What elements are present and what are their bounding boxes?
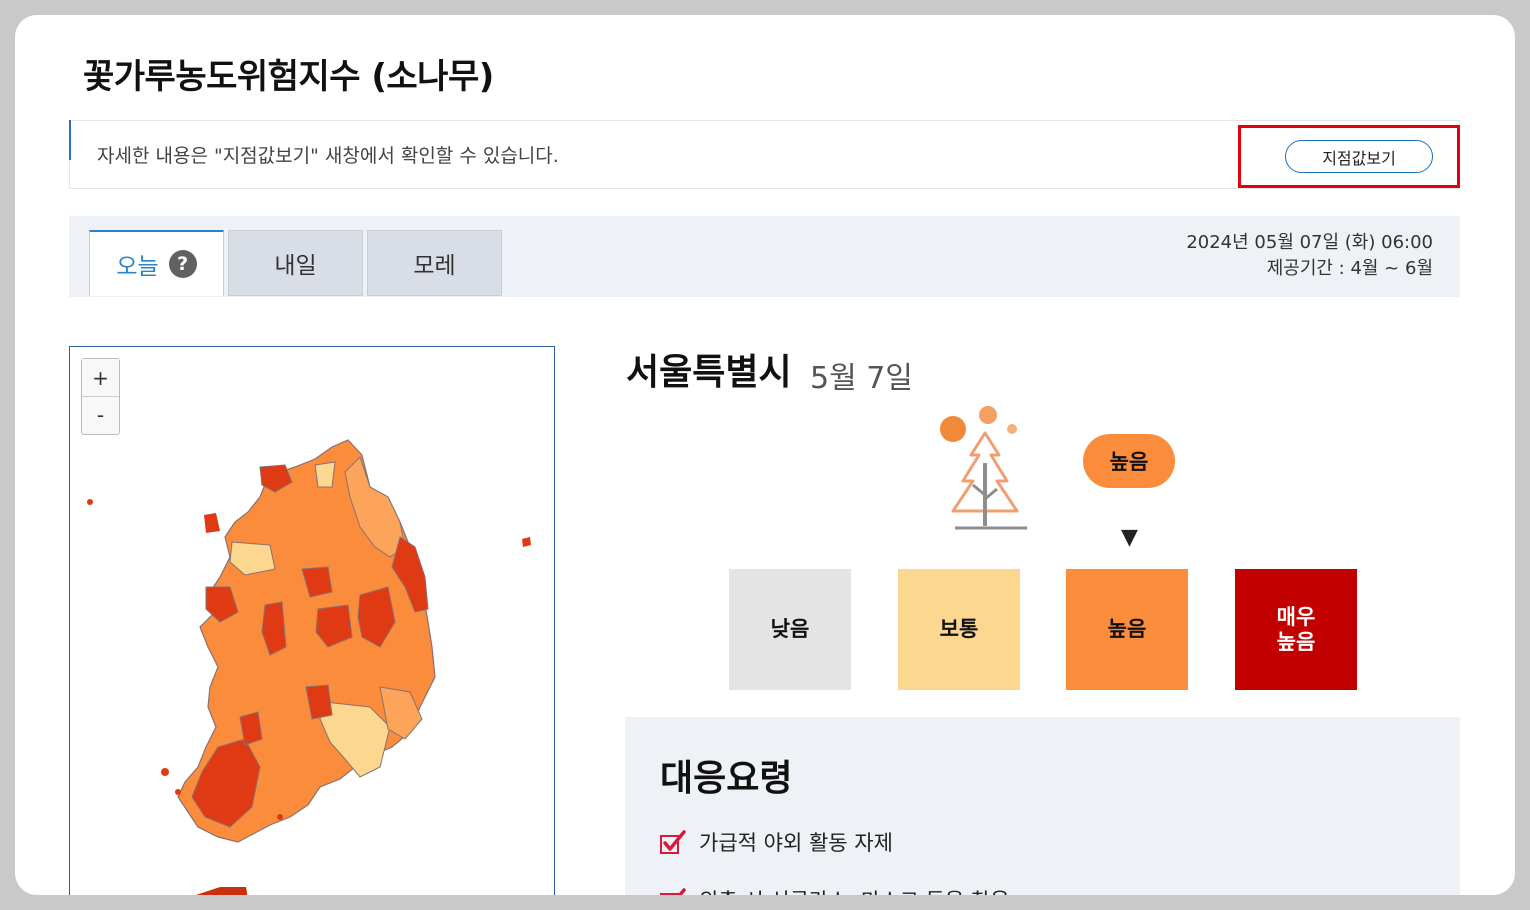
region-name: 서울특별시	[626, 352, 792, 393]
tab-today-label: 오늘	[116, 254, 159, 280]
level-moderate: 보통	[898, 569, 1020, 690]
service-period: 제공기간 : 4월 ~ 6월	[1266, 258, 1433, 279]
checkbox-checked-icon	[660, 888, 686, 895]
page-title: 꽃가루농도위험지수 (소나무)	[83, 57, 494, 97]
response-guide: 대응요령 가급적 야외 활동 자제 외출 시 선글라스, 마스크 등을 착용	[625, 717, 1460, 895]
highlight-box: 지점값보기	[1238, 125, 1460, 188]
level-pointer-icon: ▼	[1121, 525, 1138, 550]
tab-tomorrow-label: 내일	[274, 253, 317, 279]
guide-item-text: 가급적 야외 활동 자제	[699, 831, 893, 855]
level-low: 낮음	[729, 569, 851, 690]
ulleung-island	[522, 537, 531, 547]
level-very-high: 매우 높음	[1235, 569, 1357, 690]
notice-bar: 자세한 내용은 "지점값보기" 새창에서 확인할 수 있습니다. 지점값보기	[69, 120, 1460, 189]
region-date: 5월 7일	[810, 361, 913, 396]
korea-map[interactable]: + -	[69, 346, 555, 895]
day-tab-bar: 오늘 ? 내일 모레 2024년 05월 07일 (화) 06:00 제공기간 …	[69, 216, 1460, 297]
north-yellow-region	[314, 461, 336, 488]
west-island	[204, 513, 220, 533]
pine-tree-icon	[940, 406, 1027, 530]
korea-map-graphic	[87, 439, 531, 895]
tab-tomorrow[interactable]: 내일	[228, 230, 363, 296]
station-values-button[interactable]: 지점값보기	[1285, 140, 1433, 173]
level-high: 높음	[1066, 569, 1188, 690]
checkbox-checked-icon	[660, 830, 686, 854]
guide-item: 가급적 야외 활동 자제	[659, 827, 893, 857]
guide-title: 대응요령	[660, 758, 793, 799]
content-card: 꽃가루농도위험지수 (소나무) 자세한 내용은 "지점값보기" 새창에서 확인할…	[15, 15, 1515, 895]
notice-text: 자세한 내용은 "지점값보기" 새창에서 확인할 수 있습니다.	[97, 145, 559, 167]
tab-today[interactable]: 오늘 ?	[89, 230, 224, 296]
current-datetime: 2024년 05월 07일 (화) 06:00	[1186, 232, 1433, 253]
help-icon[interactable]: ?	[168, 250, 197, 278]
current-level-badge: 높음	[1083, 434, 1175, 488]
guide-item-text: 외출 시 선글라스, 마스크 등을 착용	[699, 885, 1010, 895]
date-info: 2024년 05월 07일 (화) 06:00 제공기간 : 4월 ~ 6월	[1186, 230, 1433, 282]
tab-day-after-label: 모레	[413, 253, 456, 279]
tab-day-after-tomorrow[interactable]: 모레	[367, 230, 502, 296]
jeju-island	[196, 887, 248, 895]
guide-item: 외출 시 선글라스, 마스크 등을 착용	[659, 885, 1010, 895]
